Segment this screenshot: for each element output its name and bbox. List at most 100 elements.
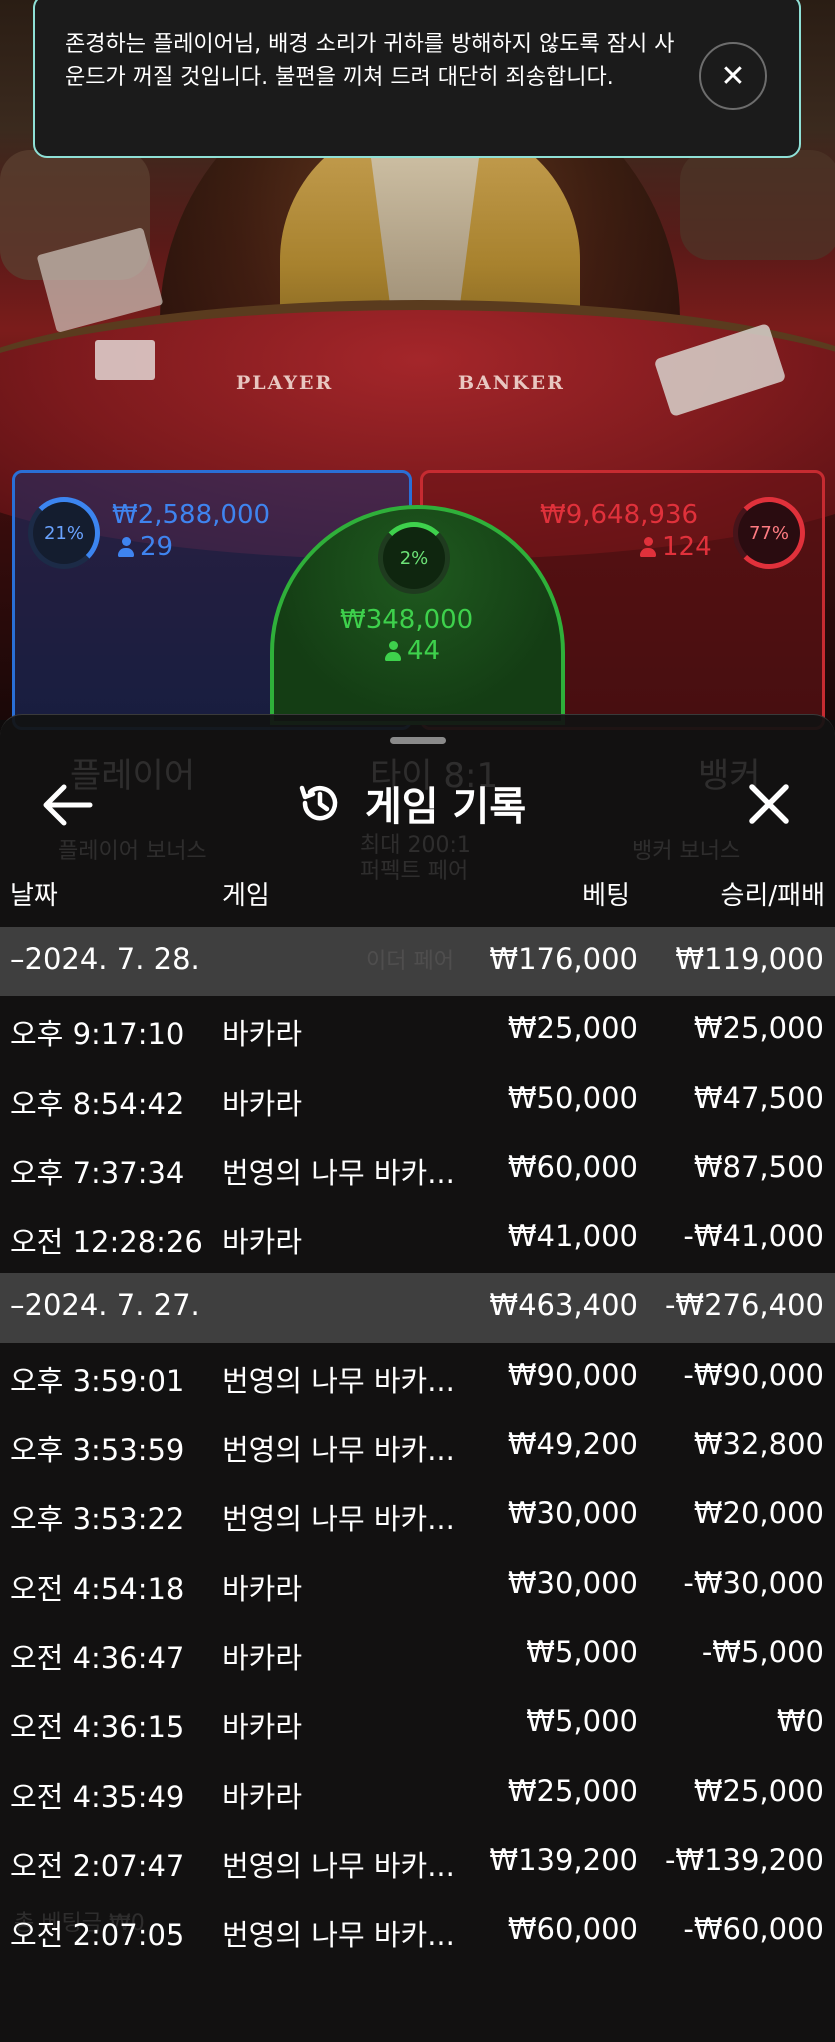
date-group-row: –2024. 7. 27. ₩463,400 -₩276,400 <box>0 1273 835 1343</box>
row-winloss: ₩25,000 <box>693 1011 824 1046</box>
history-row[interactable]: 오전 2:07:05 번영의 나무 바카... ₩60,000 -₩60,000 <box>0 1897 835 1966</box>
sheet-title: 게임 기록 <box>365 784 527 830</box>
row-bet: ₩25,000 <box>507 1773 638 1808</box>
column-header-winloss: 승리/패배 <box>720 881 825 911</box>
row-date: 오전 2:07:05 <box>10 1918 185 1953</box>
row-bet: ₩60,000 <box>507 1912 638 1947</box>
row-winloss: -₩90,000 <box>683 1357 824 1392</box>
row-bet: ₩60,000 <box>507 1149 638 1184</box>
row-bet: ₩5,000 <box>526 1634 638 1669</box>
person-icon <box>640 537 656 557</box>
banker-percent-ring: 77% <box>733 497 805 569</box>
row-date: 오전 2:07:47 <box>10 1848 185 1883</box>
column-header-date: 날짜 <box>10 881 58 911</box>
row-winloss: ₩87,500 <box>693 1149 824 1184</box>
history-row[interactable]: 오후 9:17:10 바카라 ₩25,000 ₩25,000 <box>0 996 835 1065</box>
history-row[interactable]: 오후 3:53:22 번영의 나무 바카... ₩30,000 ₩20,000 <box>0 1481 835 1550</box>
row-winloss: -₩30,000 <box>683 1565 824 1600</box>
row-date: –2024. 7. 27. <box>10 1288 200 1323</box>
row-winloss: ₩0 <box>776 1704 824 1739</box>
history-list: –2024. 7. 28. ₩176,000 ₩119,000 오후 9:17:10 바… <box>0 927 835 1966</box>
banker-bettor-count: 124 <box>640 532 712 562</box>
row-game: 바카라 <box>222 1225 303 1260</box>
row-bet: ₩5,000 <box>526 1704 638 1739</box>
row-bet: ₩176,000 <box>489 942 638 976</box>
row-game: 번영의 나무 바카... <box>222 1848 455 1883</box>
row-date: 오전 12:28:26 <box>10 1225 203 1260</box>
row-date: 오후 3:53:22 <box>10 1502 185 1537</box>
player-bettor-count: 29 <box>118 532 173 562</box>
row-game: 바카라 <box>222 1710 303 1745</box>
row-bet: ₩49,200 <box>507 1427 638 1462</box>
close-button[interactable] <box>746 781 792 827</box>
player-percent-ring: 21% <box>28 497 100 569</box>
history-row[interactable]: 오후 3:59:01 번영의 나무 바카... ₩90,000 -₩90,000 <box>0 1343 835 1412</box>
history-row[interactable]: 오후 7:37:34 번영의 나무 바카... ₩60,000 ₩87,500 <box>0 1135 835 1204</box>
row-bet: ₩139,200 <box>489 1842 638 1877</box>
row-winloss: -₩41,000 <box>683 1219 824 1254</box>
row-game: 바카라 <box>222 1779 303 1814</box>
row-game: 번영의 나무 바카... <box>222 1918 455 1953</box>
row-date: 오후 3:53:59 <box>10 1433 185 1468</box>
tie-bettor-count: 44 <box>385 636 440 666</box>
history-row[interactable]: 오전 4:36:47 바카라 ₩5,000 -₩5,000 <box>0 1620 835 1689</box>
row-date: 오전 4:36:47 <box>10 1640 185 1675</box>
person-icon <box>385 641 401 661</box>
side-player-arm <box>680 150 835 260</box>
history-row[interactable]: 오전 12:28:26 바카라 ₩41,000 -₩41,000 <box>0 1204 835 1273</box>
row-bet: ₩25,000 <box>507 1011 638 1046</box>
history-row[interactable]: 오전 2:07:47 번영의 나무 바카... ₩139,200 -₩139,200 <box>0 1828 835 1897</box>
row-bet: ₩90,000 <box>507 1357 638 1392</box>
row-winloss: -₩276,400 <box>664 1288 824 1323</box>
row-date: 오후 7:37:34 <box>10 1155 185 1190</box>
column-header-game: 게임 <box>222 881 270 911</box>
row-date: 오전 4:54:18 <box>10 1571 185 1606</box>
row-date: –2024. 7. 28. <box>10 942 200 976</box>
table-player-label: PLAYER <box>236 372 334 394</box>
row-date: 오후 8:54:42 <box>10 1086 185 1121</box>
table-banker-label: BANKER <box>458 372 565 394</box>
history-row[interactable]: 오전 4:54:18 바카라 ₩30,000 -₩30,000 <box>0 1551 835 1620</box>
history-clock-icon <box>299 785 338 821</box>
row-game: 번영의 나무 바카... <box>222 1502 455 1537</box>
sheet-header: 게임 기록 <box>0 763 835 843</box>
row-bet: ₩50,000 <box>507 1080 638 1115</box>
row-game: 바카라 <box>222 1086 303 1121</box>
sheet-title-group: 게임 기록 <box>297 773 526 833</box>
row-game: 바카라 <box>222 1571 303 1606</box>
row-winloss: ₩20,000 <box>693 1496 824 1531</box>
tie-total-amount: ₩348,000 <box>340 605 474 635</box>
close-icon <box>749 784 789 824</box>
row-bet: ₩30,000 <box>507 1496 638 1531</box>
history-row[interactable]: 오전 4:35:49 바카라 ₩25,000 ₩25,000 <box>0 1759 835 1828</box>
history-row[interactable]: 오후 3:53:59 번영의 나무 바카... ₩49,200 ₩32,800 <box>0 1412 835 1481</box>
row-game: 바카라 <box>222 1640 303 1675</box>
row-winloss: ₩47,500 <box>693 1080 824 1115</box>
row-date: 오전 4:35:49 <box>10 1779 185 1814</box>
row-bet: ₩41,000 <box>507 1219 638 1254</box>
row-bet: ₩463,400 <box>489 1288 638 1323</box>
player-total-amount: ₩2,588,000 <box>112 500 271 530</box>
game-history-sheet: 플레이어 타이 8:1 뱅커 플레이어 보너스 최대 200:1 퍼펙트 페어 … <box>0 714 835 2042</box>
bg-perfect-pair: 퍼펙트 페어 <box>360 859 469 884</box>
sound-notice-banner: 존경하는 플레이어님, 배경 소리가 귀하를 방해하지 않도록 잠시 사운드가 … <box>33 0 801 158</box>
row-date: 오후 9:17:10 <box>10 1017 185 1052</box>
row-bet: ₩30,000 <box>507 1565 638 1600</box>
row-date: 오후 3:59:01 <box>10 1363 185 1398</box>
notice-close-button[interactable]: ✕ <box>699 42 767 110</box>
card-stack <box>95 340 155 380</box>
sheet-drag-handle[interactable] <box>390 737 446 744</box>
row-winloss: ₩119,000 <box>675 942 824 976</box>
row-game: 번영의 나무 바카... <box>222 1363 455 1398</box>
row-winloss: -₩139,200 <box>664 1842 824 1877</box>
row-winloss: ₩32,800 <box>693 1427 824 1462</box>
row-game: 바카라 <box>222 1017 303 1052</box>
history-row[interactable]: 오전 4:36:15 바카라 ₩5,000 ₩0 <box>0 1689 835 1758</box>
person-icon <box>118 537 134 557</box>
history-row[interactable]: 오후 8:54:42 바카라 ₩50,000 ₩47,500 <box>0 1066 835 1135</box>
back-button[interactable] <box>40 781 96 829</box>
row-game: 번영의 나무 바카... <box>222 1155 455 1190</box>
row-winloss: -₩5,000 <box>701 1634 824 1669</box>
date-group-row: –2024. 7. 28. ₩176,000 ₩119,000 <box>0 927 835 997</box>
arrow-left-icon <box>43 784 93 826</box>
